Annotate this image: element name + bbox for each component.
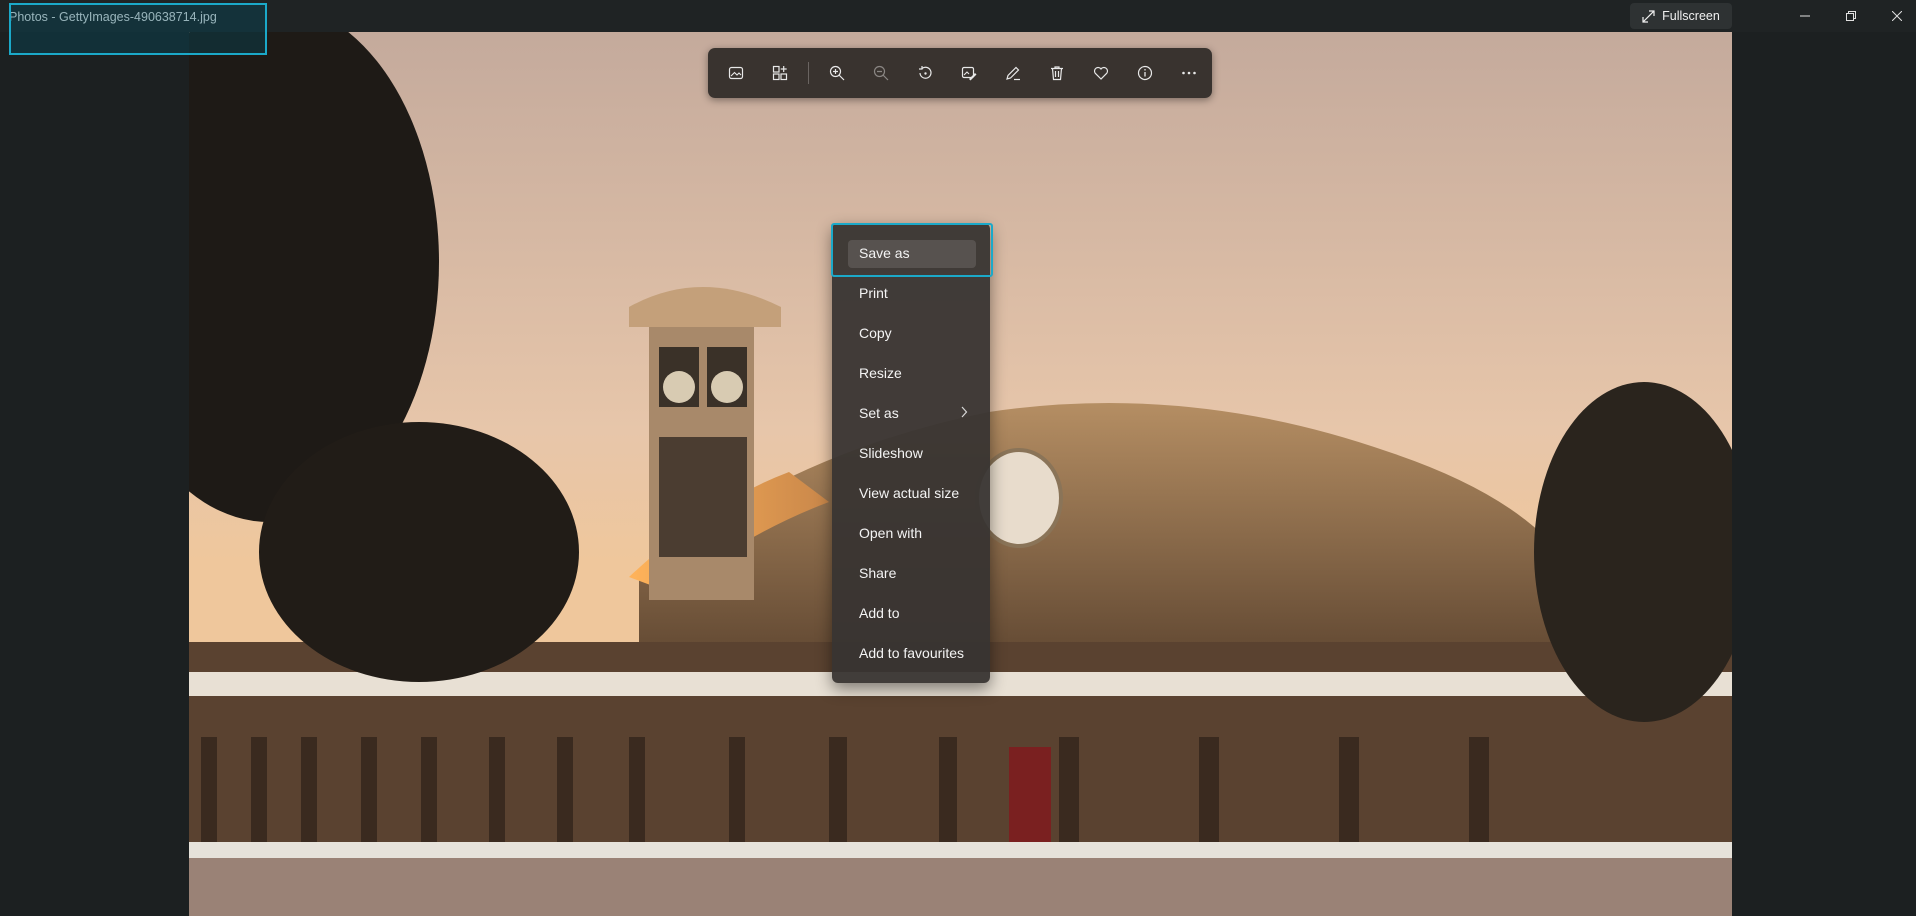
menu-item-set-as[interactable]: Set as <box>832 395 990 431</box>
minimize-icon <box>1800 15 1810 17</box>
context-menu: Save as Print Copy Resize Set as Slidesh… <box>832 223 990 683</box>
fullscreen-button[interactable]: Fullscreen <box>1630 3 1732 29</box>
close-button[interactable] <box>1874 0 1916 32</box>
photo-toolbar <box>708 48 1212 98</box>
delete-button[interactable] <box>1035 53 1079 93</box>
menu-item-resize[interactable]: Resize <box>832 355 990 391</box>
rotate-button[interactable] <box>903 53 947 93</box>
menu-item-copy[interactable]: Copy <box>832 315 990 351</box>
title-bar: Photos - GettyImages-490638714.jpg Fulls… <box>0 0 1916 32</box>
photo-icon <box>728 66 744 80</box>
menu-item-share[interactable]: Share <box>832 555 990 591</box>
menu-item-label: Add to favourites <box>859 645 965 661</box>
menu-item-label: Resize <box>859 365 902 381</box>
menu-item-open-with[interactable]: Open with <box>832 515 990 551</box>
menu-item-label: Slideshow <box>859 445 923 461</box>
title-focus-highlight <box>9 3 267 55</box>
more-options-button[interactable] <box>1167 53 1211 93</box>
zoom-out-button[interactable] <box>859 53 903 93</box>
menu-item-label: Print <box>859 285 888 301</box>
menu-item-label: View actual size <box>859 485 960 501</box>
menu-item-print[interactable]: Print <box>832 275 990 311</box>
favourite-button[interactable] <box>1079 53 1123 93</box>
view-photo-button[interactable] <box>714 53 758 93</box>
menu-item-label: Set as <box>859 405 899 421</box>
info-icon <box>1137 65 1153 81</box>
menu-item-label: Add to <box>859 605 900 621</box>
zoom-in-button[interactable] <box>815 53 859 93</box>
menu-item-add-to[interactable]: Add to <box>832 595 990 631</box>
minimize-button[interactable] <box>1782 0 1828 32</box>
zoom-in-icon <box>829 65 845 81</box>
expand-icon <box>1642 9 1655 23</box>
delete-icon <box>1051 66 1063 81</box>
more-icon <box>1182 71 1196 75</box>
gallery-icon <box>772 65 788 81</box>
restore-button[interactable] <box>1828 0 1874 32</box>
edit-image-icon <box>961 66 977 81</box>
rotate-icon <box>919 66 932 79</box>
menu-item-label: Copy <box>859 325 892 341</box>
menu-item-label: Share <box>859 565 897 581</box>
toolbar-divider <box>808 62 809 84</box>
menu-item-label: Open with <box>859 525 923 541</box>
favourite-icon <box>1093 66 1109 80</box>
draw-icon <box>1006 66 1020 81</box>
info-button[interactable] <box>1123 53 1167 93</box>
zoom-out-icon <box>873 65 889 81</box>
restore-icon <box>1846 11 1856 21</box>
gallery-button[interactable] <box>758 53 802 93</box>
chevron-right-icon <box>961 406 968 418</box>
menu-item-view-actual-size[interactable]: View actual size <box>832 475 990 511</box>
close-icon <box>1892 11 1902 21</box>
menu-item-add-to-favourites[interactable]: Add to favourites <box>832 635 990 671</box>
menu-item-slideshow[interactable]: Slideshow <box>832 435 990 471</box>
fullscreen-label: Fullscreen <box>1662 9 1720 23</box>
draw-button[interactable] <box>991 53 1035 93</box>
menu-focus-highlight <box>831 223 993 277</box>
edit-image-button[interactable] <box>947 53 991 93</box>
